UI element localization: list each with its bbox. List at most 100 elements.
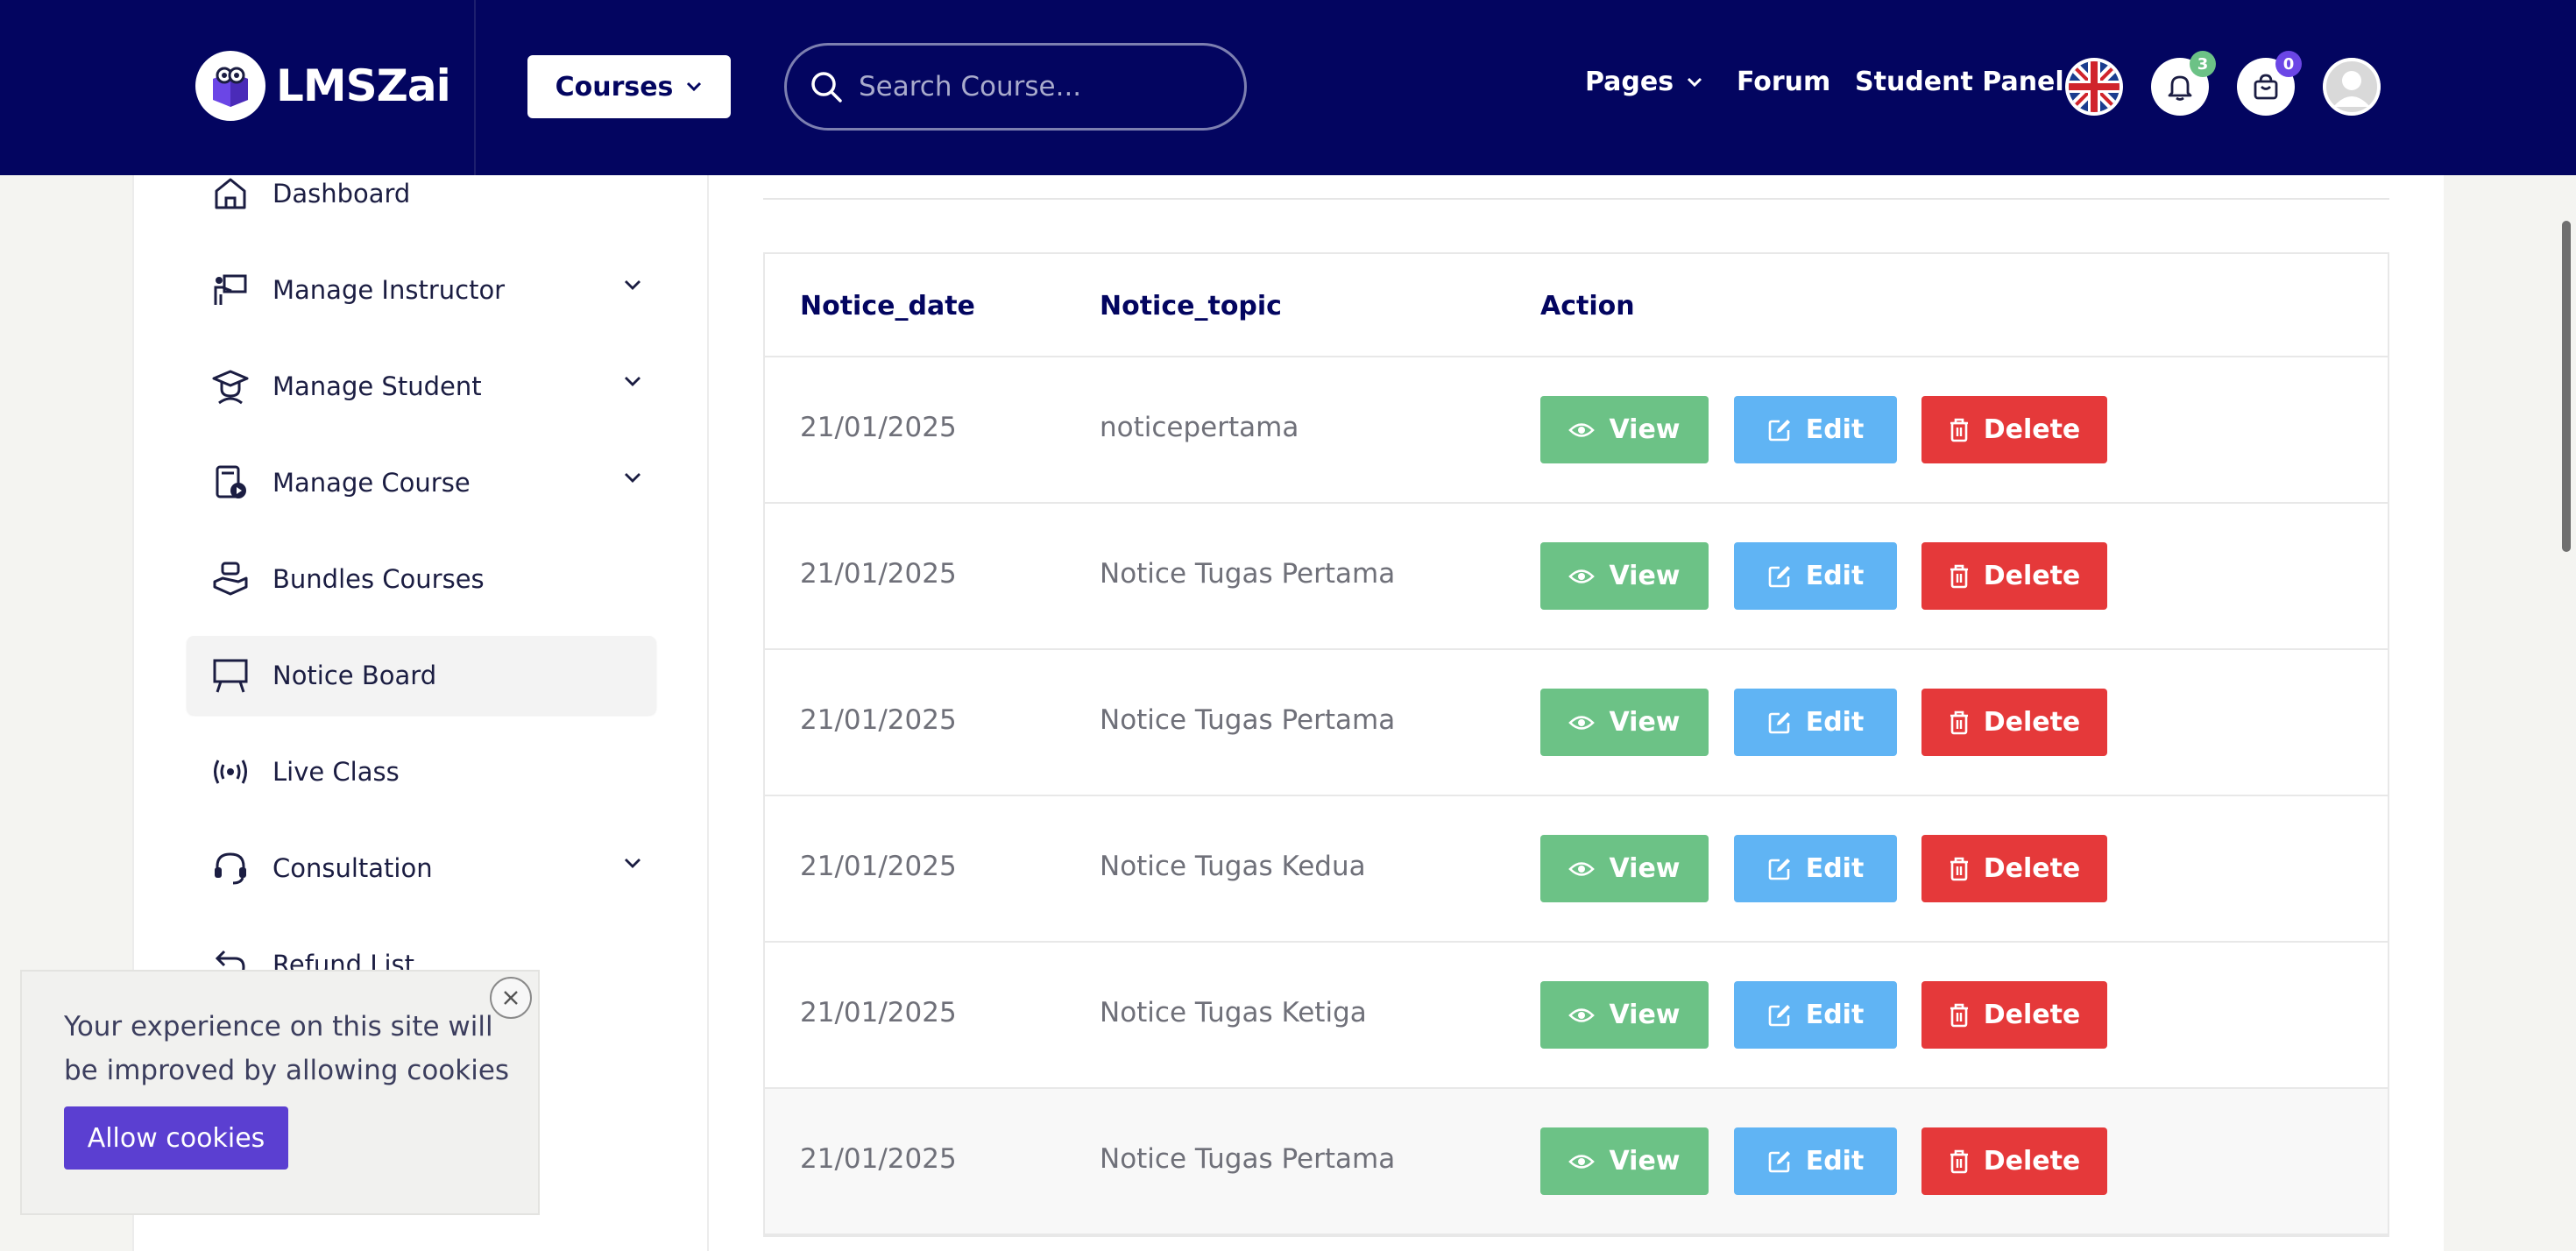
view-label: View (1609, 853, 1681, 884)
edit-icon (1768, 858, 1790, 880)
eye-icon (1568, 569, 1596, 583)
avatar-icon (2323, 58, 2381, 116)
nav-pages[interactable]: Pages (1585, 67, 1703, 97)
main-content: Notice_date Notice_topic Action 21/01/20… (709, 175, 2444, 1251)
sidebar-item-bundles-courses[interactable]: Bundles Courses (187, 540, 656, 618)
delete-label: Delete (1983, 707, 2081, 738)
shopping-bag-icon (2254, 74, 2278, 100)
view-label: View (1609, 1146, 1681, 1177)
logo-text: LMSZai (276, 60, 451, 111)
table-row: 21/01/2025 noticepertama View Edit Delet… (765, 357, 2388, 504)
column-header: Notice_date (800, 291, 975, 322)
view-label: View (1609, 561, 1681, 591)
delete-button[interactable]: Delete (1921, 542, 2107, 610)
edit-icon (1768, 711, 1790, 733)
edit-label: Edit (1805, 707, 1865, 738)
delete-button[interactable]: Delete (1921, 689, 2107, 756)
allow-cookies-button[interactable]: Allow cookies (64, 1106, 288, 1170)
sidebar-item-manage-course[interactable]: Manage Course (187, 443, 656, 522)
trash-icon (1950, 710, 1968, 734)
edit-label: Edit (1805, 561, 1865, 591)
sidebar-item-manage-instructor[interactable]: Manage Instructor (187, 251, 656, 329)
notice-table: Notice_date Notice_topic Action 21/01/20… (763, 252, 2389, 1237)
view-button[interactable]: View (1540, 689, 1709, 756)
sidebar-item-live-class[interactable]: Live Class (187, 732, 656, 811)
view-label: View (1609, 414, 1681, 445)
delete-button[interactable]: Delete (1921, 981, 2107, 1049)
graduate-icon (211, 367, 250, 406)
notice-date: 21/01/2025 (800, 1143, 957, 1175)
delete-label: Delete (1983, 1000, 2081, 1030)
user-avatar[interactable] (2323, 58, 2381, 116)
logo-icon (195, 51, 265, 121)
notice-date: 21/01/2025 (800, 412, 957, 443)
sidebar-item-label: Dashboard (272, 179, 411, 208)
headset-icon (211, 849, 250, 887)
eye-icon (1568, 715, 1596, 730)
edit-button[interactable]: Edit (1734, 1127, 1897, 1195)
chevron-down-icon (625, 473, 640, 483)
courses-dropdown-button[interactable]: Courses (527, 55, 731, 118)
trash-icon (1950, 1149, 1968, 1173)
cookie-message: Your experience on this site will be imp… (64, 1011, 510, 1086)
table-row: 21/01/2025 Notice Tugas Pertama View Edi… (765, 1089, 2388, 1235)
chevron-down-icon (625, 280, 640, 290)
view-button[interactable]: View (1540, 835, 1709, 902)
sidebar-item-notice-board[interactable]: Notice Board (187, 636, 656, 715)
table-row: 21/01/2025 Notice Tugas Ketiga View Edit… (765, 943, 2388, 1089)
chevron-down-icon (625, 859, 640, 868)
nav-forum[interactable]: Forum (1737, 67, 1830, 97)
table-row: 21/01/2025 Notice Tugas Pertama View Edi… (765, 650, 2388, 796)
notice-date: 21/01/2025 (800, 997, 957, 1028)
cart-button[interactable]: 0 (2237, 51, 2302, 116)
search-icon (811, 72, 842, 102)
site-logo[interactable]: LMSZai (195, 51, 451, 121)
search-input[interactable] (859, 71, 1209, 102)
edit-button[interactable]: Edit (1734, 981, 1897, 1049)
table-row: 21/01/2025 Notice Tugas Kedua View Edit … (765, 796, 2388, 943)
edit-button[interactable]: Edit (1734, 835, 1897, 902)
bell-icon (2168, 75, 2192, 101)
sidebar-item-dashboard[interactable]: Dashboard (187, 175, 656, 233)
sidebar-item-manage-student[interactable]: Manage Student (187, 347, 656, 426)
header-divider (474, 0, 476, 175)
delete-label: Delete (1983, 853, 2081, 884)
nav-student-panel[interactable]: Student Panel (1855, 67, 2064, 97)
eye-icon (1568, 422, 1596, 437)
delete-button[interactable]: Delete (1921, 1127, 2107, 1195)
language-selector[interactable] (2065, 58, 2123, 116)
edit-icon (1768, 1004, 1790, 1026)
notice-topic: Notice Tugas Pertama (1100, 1143, 1396, 1175)
column-header: Action (1540, 291, 1635, 322)
chevron-down-icon (1688, 77, 1702, 87)
edit-button[interactable]: Edit (1734, 542, 1897, 610)
table-row: 21/01/2025 Notice Tugas Pertama View Edi… (765, 504, 2388, 650)
edit-label: Edit (1805, 414, 1865, 445)
delete-label: Delete (1983, 1146, 2081, 1177)
notice-topic: Notice Tugas Pertama (1100, 558, 1396, 590)
table-header: Notice_date Notice_topic Action (765, 254, 2388, 357)
edit-label: Edit (1805, 853, 1865, 884)
view-button[interactable]: View (1540, 981, 1709, 1049)
edit-button[interactable]: Edit (1734, 689, 1897, 756)
trash-icon (1950, 1003, 1968, 1027)
notifications-button[interactable]: 3 (2151, 51, 2216, 116)
delete-button[interactable]: Delete (1921, 835, 2107, 902)
delete-button[interactable]: Delete (1921, 396, 2107, 463)
column-header: Notice_topic (1100, 291, 1282, 322)
edit-button[interactable]: Edit (1734, 396, 1897, 463)
sidebar-item-consultation[interactable]: Consultation (187, 829, 656, 908)
edit-icon (1768, 1150, 1790, 1172)
eye-icon (1568, 1007, 1596, 1022)
notice-date: 21/01/2025 (800, 851, 957, 882)
page-scrollbar[interactable] (2562, 221, 2571, 552)
trash-icon (1950, 564, 1968, 588)
eye-icon (1568, 861, 1596, 876)
notification-count-badge: 3 (2190, 51, 2216, 77)
courses-label: Courses (555, 71, 674, 102)
view-button[interactable]: View (1540, 396, 1709, 463)
search-bar (784, 43, 1247, 131)
view-button[interactable]: View (1540, 542, 1709, 610)
edit-icon (1768, 565, 1790, 587)
view-button[interactable]: View (1540, 1127, 1709, 1195)
